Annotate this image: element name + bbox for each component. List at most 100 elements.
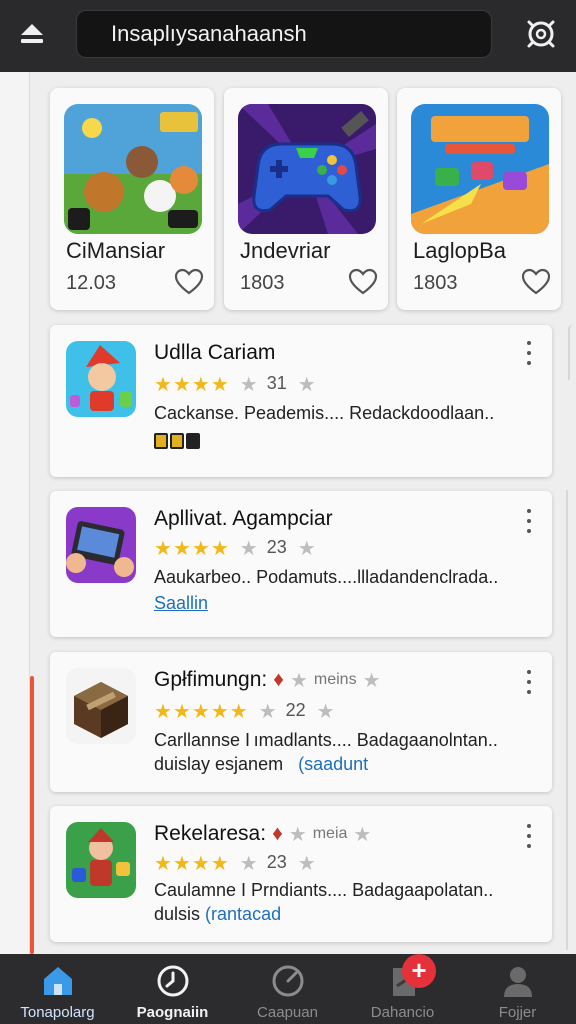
rating-stars: ★ ★ ★ ★ ★ 23 ★ <box>154 852 316 873</box>
top-bar: Insaplıysanahaansh <box>0 0 576 72</box>
app-name: Rekelaresa: <box>154 822 267 845</box>
featured-card-3[interactable]: LaglopBa 1803 <box>397 88 561 310</box>
list-item[interactable]: Apllivat. Agampciar ★ ★ ★ ★ ★ 23 ★ Aaukarbe… <box>50 491 552 637</box>
featured-title: CiMansiar <box>66 238 166 263</box>
gauge-icon <box>270 964 306 998</box>
star-empty-icon: ★ <box>353 822 372 846</box>
star-filled-icon: ★ <box>172 698 191 723</box>
badge-icons <box>154 433 200 449</box>
star-filled-icon: ★ <box>154 371 172 396</box>
star-filled-icon: ★ <box>154 698 172 723</box>
clock-icon <box>155 964 191 998</box>
more-options-icon[interactable] <box>522 509 536 533</box>
star-empty-icon: ★ <box>362 668 381 692</box>
app-name: Gpłfimungn: <box>154 668 268 691</box>
app-title-row: Gpłfimungn: ♦ ★ meins ★ <box>154 668 381 692</box>
flame-icon: ♦ <box>272 822 283 845</box>
app-meta: meins <box>313 671 357 688</box>
star-filled-icon: ★ <box>229 698 248 723</box>
featured-count: 12.03 <box>66 272 117 294</box>
star-empty-icon: ★ <box>239 535 258 560</box>
star-filled-icon: ★ <box>191 698 210 723</box>
more-options-icon[interactable] <box>522 341 536 365</box>
featured-count: 1803 <box>240 272 285 294</box>
heart-outline-icon[interactable] <box>174 268 204 296</box>
right-edge-panel <box>568 324 576 380</box>
right-edge-divider <box>566 490 576 950</box>
star-filled-icon: ★ <box>191 850 210 875</box>
star-filled-icon: ★ <box>172 535 191 560</box>
flame-icon: ♦ <box>273 668 284 691</box>
nav-label: Tonapolarg <box>20 1004 95 1021</box>
star-empty-icon: ★ <box>289 668 308 692</box>
app-icon <box>66 822 136 898</box>
star-empty-icon: ★ <box>297 371 316 396</box>
star-filled-icon: ★ <box>172 371 191 396</box>
app-link[interactable]: (saadunt <box>298 754 368 774</box>
star-empty-icon: ★ <box>258 698 277 723</box>
featured-image-1 <box>64 104 202 234</box>
app-icon <box>66 668 136 744</box>
app-description: Carllannse I ımadlants.... Badagaanolnta… <box>154 730 498 750</box>
app-name: Apllivat. Agampciar <box>154 507 333 530</box>
nav-label: Paognaiin <box>136 1004 209 1021</box>
user-icon <box>500 964 536 998</box>
star-filled-icon: ★ <box>191 535 210 560</box>
featured-title: Jndevriar <box>240 238 331 263</box>
featured-image-3 <box>411 104 549 234</box>
more-options-icon[interactable] <box>522 824 536 848</box>
featured-card-1[interactable]: CiMansiar 12.03 <box>50 88 214 310</box>
nav-label: Caapuan <box>257 1004 318 1021</box>
star-empty-icon: ★ <box>288 822 307 846</box>
star-filled-icon: ★ <box>210 850 229 875</box>
heart-outline-icon[interactable] <box>348 268 378 296</box>
app-description: Aaukarbeo.. Podamuts....llladandenclrada… <box>154 567 499 587</box>
app-extra: duislay esjanem <box>154 754 284 774</box>
list-item[interactable]: Udlla Cariam ★ ★ ★ ★ ★ 31 ★ Cackanse. Peade… <box>50 325 552 477</box>
nav-item-user[interactable]: Fojjer <box>460 954 575 1024</box>
gear-icon[interactable] <box>520 14 562 54</box>
rating-stars: ★ ★ ★ ★ ★ 23 ★ <box>154 537 316 558</box>
star-empty-icon: ★ <box>316 698 335 723</box>
nav-item-home[interactable]: Tonapolarg <box>0 954 115 1024</box>
rating-count: 23 <box>266 537 287 557</box>
nav-label: Dahancio <box>370 1004 435 1021</box>
star-empty-icon: ★ <box>239 850 258 875</box>
app-extra: dulsis <box>154 904 201 924</box>
app-description: Cackanse. Peademis.... Redackdoodlaan.. <box>154 403 495 423</box>
featured-card-2[interactable]: Jndevriar 1803 <box>224 88 388 310</box>
app-description-line2: duislay esjanem (saadunt <box>154 754 368 775</box>
star-filled-icon: ★ <box>210 535 229 560</box>
eject-icon[interactable] <box>14 18 50 50</box>
app-link[interactable]: Saallin <box>154 593 208 614</box>
app-link[interactable]: (rantacad <box>205 904 281 924</box>
home-icon <box>40 964 76 998</box>
search-input-value: Insaplıysanahaansh <box>111 21 307 46</box>
nav-item-gauge[interactable]: Caapuan <box>230 954 345 1024</box>
more-options-icon[interactable] <box>522 670 536 694</box>
featured-count: 1803 <box>413 272 458 294</box>
star-filled-icon: ★ <box>210 698 229 723</box>
star-empty-icon: ★ <box>239 371 258 396</box>
featured-title: LaglopBa <box>413 238 506 263</box>
scroll-indicator[interactable] <box>30 676 34 954</box>
app-meta: meia <box>312 825 348 842</box>
list-item[interactable]: Gpłfimungn: ♦ ★ meins ★ ★ ★ ★ ★ ★ ★ 22 ★ Car… <box>50 652 552 792</box>
app-icon <box>66 507 136 583</box>
star-filled-icon: ★ <box>210 371 229 396</box>
star-empty-icon: ★ <box>297 535 316 560</box>
app-name: Udlla Cariam <box>154 341 276 364</box>
rating-count: 31 <box>266 373 287 393</box>
nav-item-clock[interactable]: Paognaiin <box>115 954 230 1024</box>
rating-stars: ★ ★ ★ ★ ★ ★ 22 ★ <box>154 700 335 721</box>
featured-image-2 <box>238 104 376 234</box>
rating-count: 22 <box>285 700 306 720</box>
heart-outline-icon[interactable] <box>521 268 551 296</box>
search-input[interactable]: Insaplıysanahaansh <box>76 10 492 58</box>
rating-stars: ★ ★ ★ ★ ★ 31 ★ <box>154 373 316 394</box>
app-description: Caulamne I Prndiants.... Badagaapolatan.… <box>154 880 494 900</box>
list-item[interactable]: Rekelaresa: ♦ ★ meia ★ ★ ★ ★ ★ ★ 23 ★ Caula… <box>50 806 552 942</box>
star-filled-icon: ★ <box>191 371 210 396</box>
bottom-nav: Tonapolarg Paognaiin Caapuan Dahancio Fo… <box>0 954 576 1024</box>
star-empty-icon: ★ <box>297 850 316 875</box>
